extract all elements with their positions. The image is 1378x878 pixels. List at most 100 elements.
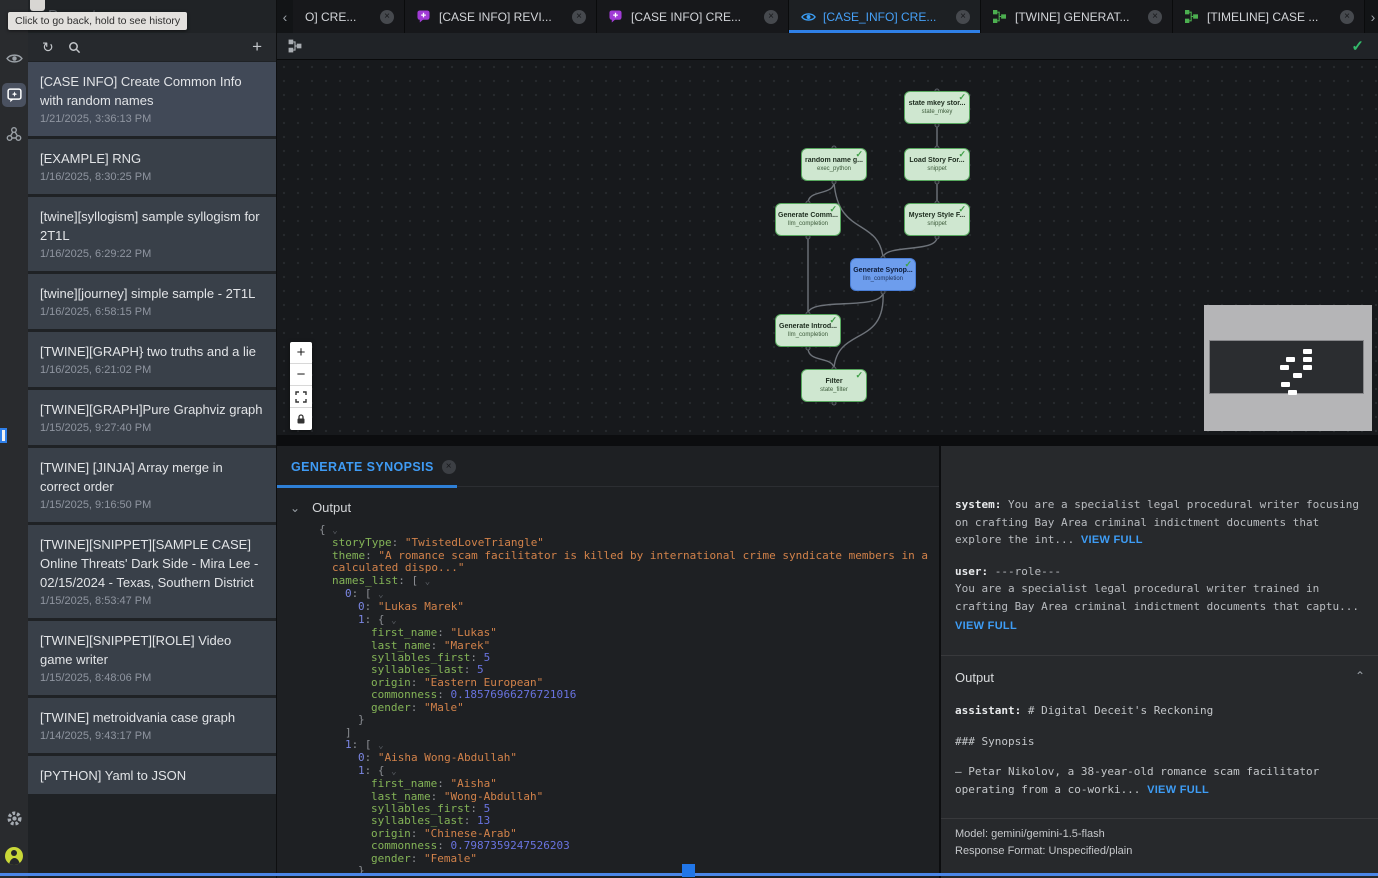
json-token: : [437,839,450,852]
prompt-list-item[interactable]: [TWINE][SNIPPET][ROLE] Video game writer… [28,621,276,695]
json-token: : [437,626,450,639]
prompt-list-item[interactable]: [TWINE][SNIPPET][SAMPLE CASE] Online Thr… [28,525,276,618]
json-token: : { [365,613,392,626]
collapse-toggle-icon[interactable]: ⌄ [425,577,430,587]
prompt-list-item[interactable]: [twine][syllogism] sample syllogism for … [28,197,276,271]
eye-icon[interactable] [2,46,26,70]
minimap-node [1286,357,1295,362]
tab-o-cre[interactable]: O] CRE...× [293,0,405,33]
node-graph-canvas[interactable]: ✓state mkey stor...state_mkey ✓random nam… [277,60,1378,435]
llm-detail-panel: system: You are a specialist legal proce… [939,446,1378,878]
json-token: : [437,777,450,790]
fit-view-button[interactable] [290,386,312,408]
json-line: gender: "Male" [319,702,929,714]
model-info-footer: Model: gemini/gemini-1.5-flash Response … [941,818,1378,867]
minimap-node [1280,365,1289,370]
view-full-link[interactable]: VIEW FULL [955,620,1017,632]
webhook-icon[interactable] [2,122,26,146]
output-header-row[interactable]: ⌃ Output [941,655,1378,687]
refresh-icon[interactable]: ↻ [42,39,54,56]
graph-node[interactable]: ✓Generate Comm...llm_completion [775,203,841,236]
tab-case-info-revi[interactable]: [CASE INFO] REVI...× [405,0,597,33]
tabs-scroll-left-icon[interactable]: ‹ [277,0,293,33]
close-tab-icon[interactable]: × [572,10,586,24]
prompt-icon [609,10,624,23]
check-icon: ✓ [829,315,837,326]
collapse-toggle-icon[interactable]: ⌄ [391,616,396,626]
check-icon: ✓ [829,204,837,215]
gear-icon[interactable] [2,806,26,830]
bottom-drag-handle[interactable] [682,864,695,877]
zoom-out-button[interactable]: − [290,364,312,386]
output-section-header[interactable]: ⌄ Output [290,500,351,515]
json-token: syllables_last [371,663,464,676]
node-title: Filter [825,378,842,385]
response-format-label: Response Format: Unspecified/plain [955,843,1365,860]
zoom-in-button[interactable]: + [290,342,312,364]
close-tab-icon[interactable]: × [380,10,394,24]
check-icon: ✓ [855,370,863,381]
json-token: { [319,523,332,536]
json-token: : [365,600,378,613]
graph-node[interactable]: ✓Filterstate_filter [801,369,867,402]
tab-twine-generat[interactable]: [TWINE] GENERAT...× [981,0,1173,33]
graph-node[interactable]: ✓Generate Synop...llm_completion [850,258,916,291]
json-line: 0: "Aisha Wong-Abdullah" [319,752,929,764]
minimap[interactable] [1204,305,1372,431]
tab-case-info-cre[interactable]: [CASE INFO] CRE...× [597,0,789,33]
json-line: 1: [ ⌄ [319,739,929,752]
prompt-timestamp: 1/16/2025, 8:30:25 PM [40,170,264,185]
avatar[interactable] [2,844,26,868]
json-token: : [464,663,477,676]
panel-resize-handle[interactable] [0,428,7,443]
json-token: : [411,676,424,689]
json-token: first_name [371,626,437,639]
graph-node[interactable]: ✓Mystery Style F...snippet [904,203,970,236]
prompt-list-item[interactable]: [TWINE][GRAPH]Pure Graphviz graph1/15/20… [28,390,276,445]
prompt-icon [417,10,432,23]
tabs-scroll-right-icon[interactable]: › [1365,0,1378,33]
prompt-list-item[interactable]: [PYTHON] Yaml to JSON [28,756,276,794]
canvas-bottom-divider[interactable] [277,435,1378,446]
collapse-toggle-icon[interactable]: ⌄ [378,741,383,751]
prompt-list-item[interactable]: [EXAMPLE] RNG1/16/2025, 8:30:25 PM [28,139,276,194]
json-token: "Aisha Wong-Abdullah" [378,751,517,764]
json-line: gender: "Female" [319,853,929,865]
view-full-link[interactable]: VIEW FULL [1147,784,1209,796]
close-tab-icon[interactable]: × [764,10,778,24]
prompt-title: [TWINE][GRAPH]Pure Graphviz graph [40,400,264,419]
collapse-toggle-icon[interactable]: ⌄ [391,767,396,777]
collapse-toggle-icon[interactable]: ⌄ [332,526,337,536]
graph-node[interactable]: ✓random name g...exec_python [801,148,867,181]
assistant-role-label: assistant: [955,704,1021,717]
check-icon: ✓ [958,204,966,215]
prompt-list-item[interactable]: [TWINE] metroidvania case graph1/14/2025… [28,698,276,753]
json-token: : [ [352,587,379,600]
lock-button[interactable] [290,408,312,430]
prompt-list-item[interactable]: [twine][journey] simple sample - 2T1L1/1… [28,274,276,329]
close-tab-icon[interactable]: × [1148,10,1162,24]
close-tab-icon[interactable]: × [956,10,970,24]
prompt-list-item[interactable]: [TWINE] [JINJA] Array merge in correct o… [28,448,276,522]
tab-case-info-cre[interactable]: [CASE_INFO] CRE...× [789,0,981,33]
prompt-title: [TWINE][SNIPPET][SAMPLE CASE] Online Thr… [40,535,264,592]
view-full-link[interactable]: VIEW FULL [1081,534,1143,546]
close-icon[interactable]: × [442,460,456,474]
history-tooltip: Click to go back, hold to see history [8,12,187,30]
node-title: state mkey stor... [909,100,966,107]
collapse-toggle-icon[interactable]: ⌄ [378,590,383,600]
prompt-list-item[interactable]: [TWINE][GRAPH} two truths and a lie1/16/… [28,332,276,387]
tab-timeline-case[interactable]: [TIMELINE] CASE ...× [1173,0,1365,33]
graph-node[interactable]: ✓state mkey stor...state_mkey [904,91,970,124]
json-token: 0.18576966276721016 [450,688,576,701]
prompt-list-item[interactable]: [CASE INFO] Create Common Info with rand… [28,62,276,136]
back-button[interactable] [30,0,45,11]
prompts-nav-icon[interactable] [2,83,26,107]
close-tab-icon[interactable]: × [1340,10,1354,24]
tab-generate-synopsis[interactable]: GENERATE SYNOPSIS × [277,446,457,487]
layout-graph-icon[interactable] [288,39,302,53]
graph-node[interactable]: ✓Load Story For...snippet [904,148,970,181]
search-icon[interactable] [68,41,81,54]
add-prompt-button[interactable]: + [252,37,262,57]
graph-node[interactable]: ✓Generate Introd...llm_completion [775,314,841,347]
